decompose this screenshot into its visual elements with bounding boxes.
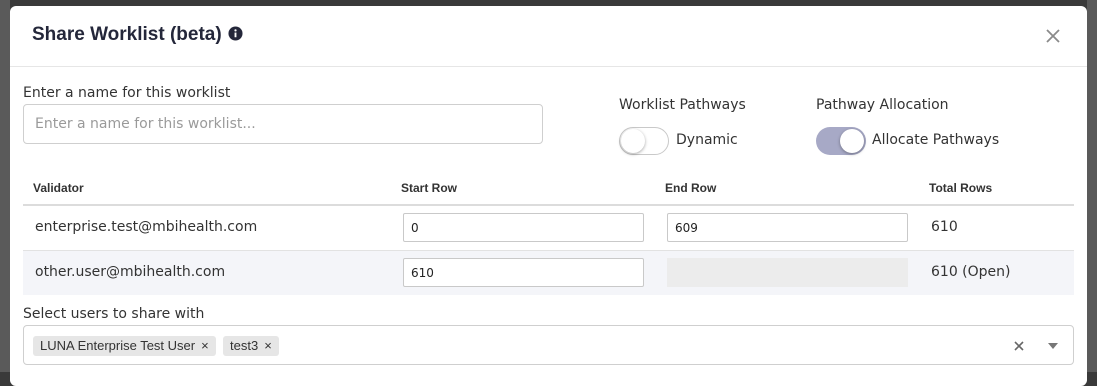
start-row-input[interactable]	[403, 258, 644, 287]
selected-user-chip: test3 ×	[223, 336, 279, 356]
chip-remove-icon[interactable]: ×	[264, 338, 272, 353]
allocate-pathways-toggle-label: Allocate Pathways	[872, 132, 1000, 148]
end-row-input[interactable]	[667, 213, 908, 242]
dynamic-toggle[interactable]	[619, 127, 669, 155]
worklist-name-input[interactable]	[23, 104, 543, 144]
pathway-allocation-label: Pathway Allocation	[816, 97, 949, 113]
worklist-name-label: Enter a name for this worklist	[23, 85, 231, 101]
selected-user-chip: LUNA Enterprise Test User ×	[33, 336, 216, 356]
info-circle-icon[interactable]	[228, 26, 243, 41]
start-row-input[interactable]	[403, 213, 644, 242]
clear-x-icon[interactable]	[1013, 340, 1025, 352]
header-total-rows: Total Rows	[929, 181, 993, 195]
dynamic-toggle-label: Dynamic	[676, 132, 738, 148]
table-header: Validator Start Row End Row Total Rows	[23, 174, 1074, 206]
end-row-disabled	[667, 258, 908, 287]
caret-down-icon[interactable]	[1047, 342, 1059, 350]
table-row: other.user@mbihealth.com 610 (Open)	[23, 251, 1074, 295]
table-row: enterprise.test@mbihealth.com 610	[23, 206, 1074, 251]
modal-header: Share Worklist (beta)	[10, 6, 1087, 67]
chip-remove-icon[interactable]: ×	[201, 338, 209, 353]
chip-label: test3	[230, 338, 259, 353]
backdrop-right	[1087, 0, 1097, 372]
modal-title: Share Worklist (beta)	[32, 24, 222, 45]
share-users-select[interactable]: LUNA Enterprise Test User × test3 ×	[23, 325, 1074, 365]
backdrop-left	[0, 0, 10, 372]
worklist-pathways-label: Worklist Pathways	[619, 97, 746, 113]
validator-email: enterprise.test@mbihealth.com	[35, 219, 258, 235]
share-worklist-modal: Share Worklist (beta) Enter a name for t…	[10, 6, 1087, 386]
share-users-label: Select users to share with	[23, 306, 205, 322]
total-rows-value: 610 (Open)	[931, 264, 1011, 280]
close-button[interactable]	[1043, 26, 1063, 46]
header-start-row: Start Row	[401, 181, 458, 195]
total-rows-value: 610	[931, 219, 958, 235]
validator-email: other.user@mbihealth.com	[35, 264, 226, 280]
header-end-row: End Row	[665, 181, 717, 195]
toggle-knob	[840, 129, 864, 153]
chip-label: LUNA Enterprise Test User	[40, 338, 196, 353]
toggle-knob	[621, 129, 645, 153]
header-validator: Validator	[33, 181, 84, 195]
allocate-pathways-toggle[interactable]	[816, 127, 866, 155]
